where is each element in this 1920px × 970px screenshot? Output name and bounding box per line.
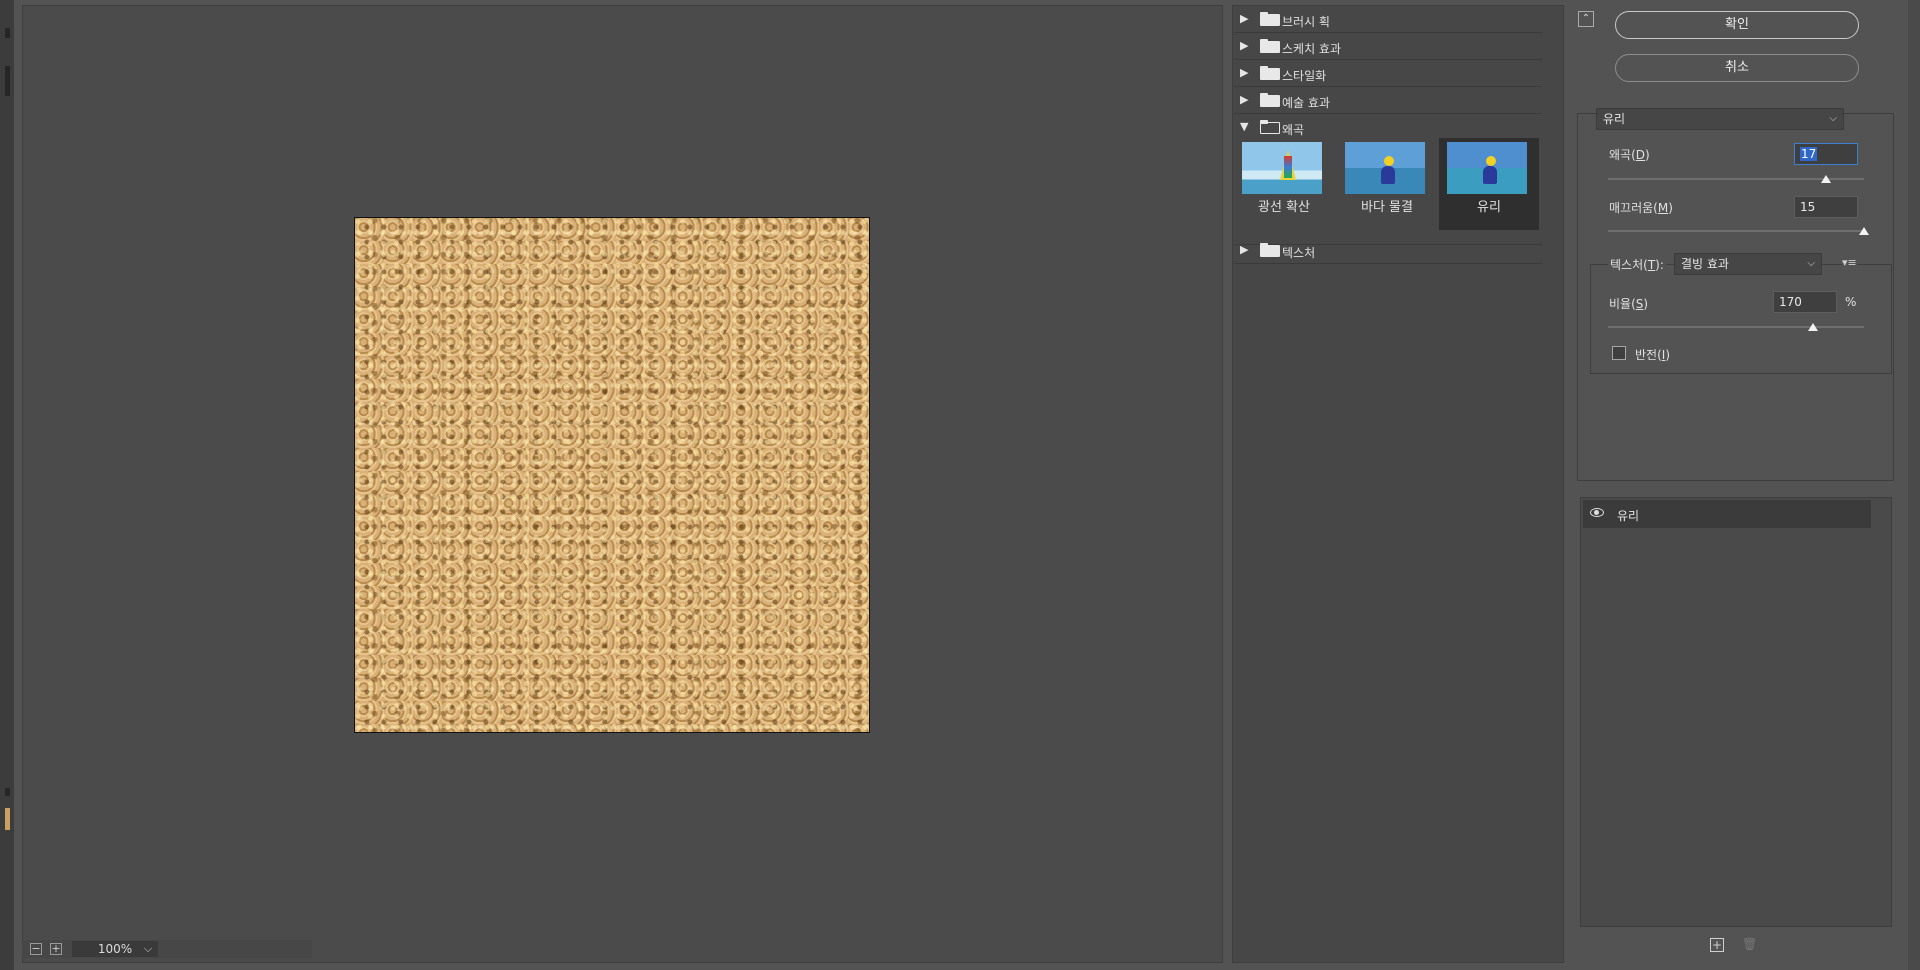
texture-select[interactable]: 결빙 효과 ⌵ <box>1674 253 1822 275</box>
thumbnail-image <box>1345 142 1425 194</box>
eye-icon[interactable] <box>1590 508 1604 517</box>
expand-triangle-icon: ▶ <box>1240 243 1249 256</box>
zoom-dropdown-icon[interactable]: ⌵ <box>138 941 158 957</box>
scaling-unit: % <box>1845 295 1857 309</box>
left-edge-strip <box>0 0 14 970</box>
preview-image[interactable] <box>354 217 870 733</box>
category-texture[interactable]: ▶ 텍스처 <box>1234 237 1542 264</box>
texture-menu-icon[interactable]: ▾≡ <box>1842 256 1857 269</box>
category-artistic[interactable]: ▶ 예술 효과 <box>1234 87 1542 114</box>
chevron-down-icon: ⌵ <box>1807 258 1815 269</box>
collapse-triangle-icon: ▼ <box>1240 120 1249 133</box>
category-label: 스타일화 <box>1282 69 1327 83</box>
scaling-slider[interactable] <box>1608 326 1864 328</box>
category-label: 예술 효과 <box>1282 96 1330 110</box>
smoothness-label: 매끄러움(M) <box>1609 201 1673 215</box>
smoothness-slider-thumb[interactable] <box>1859 227 1869 235</box>
new-effect-layer-icon[interactable]: + <box>1710 938 1724 952</box>
scaling-input[interactable]: 170 <box>1773 291 1837 313</box>
filter-select-value: 유리 <box>1603 112 1626 126</box>
zoom-in-button[interactable]: + <box>50 943 62 955</box>
category-sketch[interactable]: ▶ 스케치 효과 <box>1234 33 1542 60</box>
filter-thumb-diffuse-glow[interactable]: 광선 확산 <box>1234 138 1334 230</box>
ok-button[interactable]: 확인 <box>1615 11 1859 39</box>
distortion-value: 17 <box>1800 147 1818 161</box>
right-edge-strip <box>1908 0 1920 970</box>
edge-mark <box>5 788 10 796</box>
chevron-down-icon: ⌵ <box>1829 113 1837 124</box>
smoothness-slider[interactable] <box>1608 230 1864 232</box>
folder-icon <box>1260 243 1280 257</box>
filter-thumb-glass[interactable]: 유리 <box>1439 138 1539 230</box>
distortion-slider-thumb[interactable] <box>1821 175 1831 183</box>
open-folder-icon <box>1260 120 1280 134</box>
invert-checkbox[interactable] <box>1612 346 1626 360</box>
folder-icon <box>1260 12 1280 26</box>
effect-layer-name: 유리 <box>1617 509 1640 523</box>
thumbnail-image <box>1447 142 1527 194</box>
filter-thumb-ocean-ripple[interactable]: 바다 물결 <box>1337 138 1437 230</box>
edge-mark <box>5 28 10 38</box>
zoom-out-button[interactable]: − <box>30 943 42 955</box>
thumb-label: 바다 물결 <box>1361 200 1413 215</box>
folder-icon <box>1260 66 1280 80</box>
category-label: 왜곡 <box>1282 123 1305 137</box>
invert-label: 반전(I) <box>1635 348 1671 362</box>
expand-triangle-icon: ▶ <box>1240 66 1249 79</box>
trash-icon[interactable]: 🗑 <box>1742 938 1757 952</box>
smoothness-input[interactable]: 15 <box>1794 196 1858 218</box>
filter-select[interactable]: 유리 ⌵ <box>1596 108 1844 130</box>
effect-layer-row[interactable]: 유리 <box>1583 500 1871 528</box>
effect-layers-panel: 유리 <box>1580 497 1892 927</box>
thumbnail-image <box>1242 142 1322 194</box>
cancel-button[interactable]: 취소 <box>1615 54 1859 82</box>
category-label: 브러시 획 <box>1282 15 1330 29</box>
edge-mark <box>5 808 10 830</box>
thumb-label: 유리 <box>1477 200 1501 215</box>
distortion-label: 왜곡(D) <box>1609 148 1650 162</box>
scaling-slider-thumb[interactable] <box>1808 323 1818 331</box>
folder-icon <box>1260 39 1280 53</box>
distortion-input[interactable]: 17 <box>1794 143 1858 165</box>
category-label: 스케치 효과 <box>1282 42 1342 56</box>
zoom-bar: − + 100% ⌵ <box>22 940 312 958</box>
expand-triangle-icon: ▶ <box>1240 93 1249 106</box>
collapse-icon[interactable]: ⌃ <box>1578 11 1594 27</box>
category-stylize[interactable]: ▶ 스타일화 <box>1234 60 1542 87</box>
expand-triangle-icon: ▶ <box>1240 39 1249 52</box>
scaling-label: 비율(S) <box>1609 297 1649 311</box>
texture-select-value: 결빙 효과 <box>1681 257 1729 271</box>
category-label: 텍스처 <box>1282 246 1316 260</box>
expand-triangle-icon: ▶ <box>1240 12 1249 25</box>
edge-mark <box>5 66 10 96</box>
texture-label: 텍스처(T): <box>1608 256 1666 273</box>
folder-icon <box>1260 93 1280 107</box>
thumb-label: 광선 확산 <box>1258 200 1310 215</box>
category-brush-strokes[interactable]: ▶ 브러시 획 <box>1234 6 1542 33</box>
